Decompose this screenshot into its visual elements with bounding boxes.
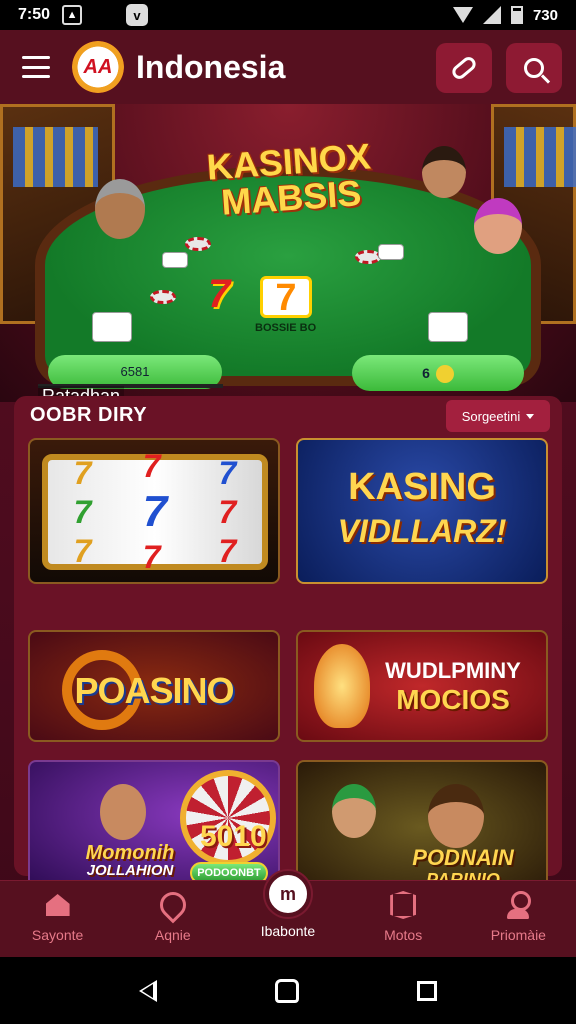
player-woman: [474, 198, 522, 254]
section-title: OOBR DIRY: [30, 404, 148, 426]
playing-card: [162, 252, 188, 268]
sort-label: Sorgeetini: [461, 408, 521, 424]
profile-icon: [502, 889, 534, 921]
hero-title: KASINOX MABSIS: [205, 135, 372, 223]
nav-item-aqnie[interactable]: Aqnie: [123, 886, 223, 943]
app-screen: AA Indonesia KASINOX MABSIS 7 7 BOSSIE B…: [0, 30, 576, 957]
tile-badge: 5010: [200, 820, 267, 853]
reel-symbol: 7: [218, 493, 237, 530]
gallery-icon: ▲: [62, 5, 83, 25]
pin-icon: [154, 886, 192, 924]
nav-item-sayonte[interactable]: Sayonte: [8, 889, 108, 943]
hero-banner[interactable]: KASINOX MABSIS 7 7 BOSSIE BO 6581 6 Rata…: [0, 104, 576, 402]
playing-card: [92, 312, 132, 342]
signal-icon: [482, 6, 501, 24]
home-system-icon[interactable]: [275, 978, 299, 1003]
nav-label: Priomàie: [490, 927, 546, 943]
reel-symbol: 7: [142, 539, 161, 575]
tile-title: POASINO: [74, 670, 234, 711]
app-header: AA Indonesia: [0, 30, 576, 104]
reel-symbol: 7: [142, 448, 161, 484]
playing-card: [378, 244, 404, 260]
games-section: OOBR DIRY Sorgeetini 7 7 7 7 7 7 7 7 7 K…: [14, 396, 562, 894]
system-navigation-bar: [0, 957, 576, 1024]
coin-icon: [435, 365, 454, 384]
nav-label: Ibabonte: [260, 923, 316, 939]
link-icon: [449, 54, 479, 82]
tile-title: WUDLPMINY: [385, 658, 521, 683]
badge-icon: [387, 889, 419, 921]
sort-dropdown[interactable]: Sorgeetini: [446, 400, 550, 432]
lucky-seven-card: 7: [260, 276, 312, 318]
brand-title: Indonesia: [136, 48, 286, 85]
brand-logo[interactable]: AA: [72, 41, 124, 93]
game-tile-poasino[interactable]: POASINO: [28, 630, 280, 742]
wifi-icon: [452, 7, 473, 23]
chip: [185, 237, 211, 251]
reel-symbol: 7: [218, 532, 237, 569]
nav-item-ibabonte[interactable]: m Ibabonte: [238, 871, 338, 939]
tile-title: KASING: [348, 466, 496, 508]
app-notification-icon: v: [126, 4, 149, 26]
home-icon: [42, 889, 74, 921]
back-icon[interactable]: [139, 979, 157, 1002]
reel: 7 7 7: [143, 448, 167, 576]
player-left: [95, 179, 145, 239]
nav-label: Sayonte: [31, 927, 84, 943]
nav-label: Aqnie: [154, 927, 191, 943]
game-tile-slot-reels[interactable]: 7 7 7 7 7 7 7 7 7: [28, 438, 280, 584]
reel-symbol: 7: [73, 454, 92, 491]
bottom-navigation: Sayonte Aqnie m Ibabonte Motos Priomàie: [0, 871, 576, 957]
tile-title: PODNAIN: [412, 845, 514, 870]
center-icon: m: [264, 871, 311, 917]
player-face: [332, 784, 376, 838]
game-tile-wudlpminy[interactable]: WUDLPMINY MOCIOS: [296, 630, 548, 742]
playing-card: [428, 312, 468, 342]
search-button[interactable]: [506, 43, 562, 93]
hero-pill-right-text: 6: [422, 365, 430, 381]
player-face: [428, 784, 484, 848]
reel: 7 7 7: [74, 455, 92, 570]
reel-symbol: 7: [142, 487, 168, 536]
reel-symbol: 7: [73, 493, 92, 530]
battery-level: 730: [532, 6, 558, 24]
slot-reels: 7 7 7 7 7 7 7 7 7: [42, 448, 268, 575]
reel-symbol: 7: [218, 454, 237, 491]
hero-pill-right[interactable]: 6: [352, 355, 524, 391]
link-button[interactable]: [436, 43, 492, 93]
nav-label: Motos: [384, 927, 423, 943]
status-bar: 7:50 ▲ v 730: [0, 0, 576, 30]
game-tile-kasing[interactable]: KASING VIDLLARZ!: [296, 438, 548, 584]
nav-item-motos[interactable]: Motos: [353, 889, 453, 943]
tile-subtitle: VIDLLARZ!: [337, 513, 507, 549]
player-right: [422, 146, 466, 198]
recents-icon[interactable]: [417, 980, 437, 1001]
table-caption: BOSSIE BO: [255, 322, 317, 334]
chip: [150, 290, 176, 304]
player-face: [100, 784, 146, 840]
chevron-down-icon: [526, 413, 535, 419]
reel: 7 7 7: [219, 455, 237, 570]
game-tile-podnain[interactable]: PODNAIN PARINIO: [296, 760, 548, 894]
nav-item-priomaie[interactable]: Priomàie: [468, 889, 568, 943]
status-time: 7:50: [18, 6, 51, 23]
game-tile-momonih[interactable]: 5010 Momonih JOLLAHION PODOONBT: [28, 760, 280, 894]
menu-icon[interactable]: [22, 56, 50, 78]
battery-icon: [510, 6, 523, 24]
tile-subtitle: MOCIOS: [396, 684, 510, 715]
lucky-seven: 7: [208, 272, 231, 316]
search-icon: [524, 58, 544, 78]
tile-subtitle: JOLLAHION: [86, 862, 174, 879]
reel-symbol: 7: [73, 532, 92, 569]
